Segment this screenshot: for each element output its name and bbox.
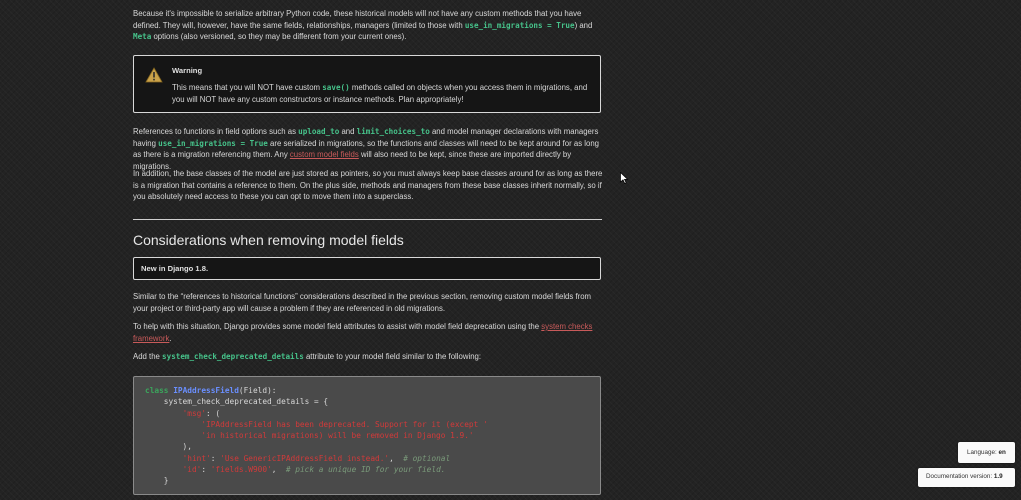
code-text: ), bbox=[145, 442, 192, 452]
code-string: 'fields.W900' bbox=[210, 465, 272, 475]
inline-code: save() bbox=[322, 83, 350, 92]
section-heading: Considerations when removing model field… bbox=[133, 232, 404, 248]
paragraph-historical-models: Because it's impossible to serialize arb… bbox=[133, 8, 603, 43]
code-text: (Field): bbox=[238, 386, 277, 395]
code-string: 'id' bbox=[182, 465, 202, 475]
code-class-name: IPAddressField bbox=[173, 386, 239, 395]
text: . bbox=[169, 333, 172, 343]
code-string: 'IPAddressField has been deprecated. Sup… bbox=[201, 419, 488, 429]
text: options (also versioned, so they may be … bbox=[151, 32, 407, 41]
language-value: en bbox=[998, 449, 1006, 456]
version-label: Documentation version: bbox=[926, 473, 993, 480]
warning-title: Warning bbox=[172, 66, 203, 75]
version-added-text: New in Django 1.8. bbox=[141, 264, 209, 273]
inline-code: upload_to bbox=[298, 127, 340, 136]
section-divider bbox=[133, 219, 602, 220]
paragraph-references: References to functions in field options… bbox=[133, 126, 603, 172]
text: ) and bbox=[574, 20, 593, 30]
language-selector[interactable]: Language: en bbox=[958, 442, 1015, 463]
paragraph-removing-fields: Similar to the “references to historical… bbox=[133, 292, 592, 313]
code-block: class IPAddressField(Field): system_chec… bbox=[133, 376, 601, 495]
warning-text: This means that you will NOT have custom… bbox=[172, 82, 592, 105]
warning-icon bbox=[145, 67, 163, 83]
code-comment: # optional bbox=[403, 453, 451, 463]
documentation-version-selector[interactable]: Documentation version: 1.9 bbox=[918, 468, 1015, 487]
warning-admonition: Warning This means that you will NOT hav… bbox=[133, 55, 601, 113]
code-string: 'Use GenericIPAddressField instead.' bbox=[220, 453, 390, 463]
inline-code: use_in_migrations = True bbox=[158, 138, 268, 148]
paragraph-add-attribute: Add the system_check_deprecated_details … bbox=[133, 351, 603, 363]
code-listing: class IPAddressField(Field): system_chec… bbox=[145, 386, 488, 486]
code-text: system_check_deprecated_details = { bbox=[145, 397, 329, 407]
language-label: Language: bbox=[967, 449, 997, 456]
version-added-box: New in Django 1.8. bbox=[133, 257, 601, 280]
inline-code: Meta bbox=[133, 32, 152, 41]
text: References to functions in field options… bbox=[133, 127, 299, 136]
custom-model-fields-link[interactable]: custom model fields bbox=[290, 150, 359, 159]
code-string: 'in historical migrations) will be remov… bbox=[201, 431, 474, 441]
mouse-cursor-icon bbox=[620, 172, 628, 184]
code-keyword: class bbox=[145, 386, 169, 395]
text: and bbox=[339, 127, 357, 136]
inline-code: system_check_deprecated_details bbox=[162, 352, 304, 361]
paragraph-system-checks: To help with this situation, Django prov… bbox=[133, 321, 603, 344]
version-value: 1.9 bbox=[993, 473, 1003, 480]
text: Add the bbox=[133, 352, 163, 361]
code-string: 'hint' bbox=[182, 453, 211, 463]
text: This means that you will NOT have custom bbox=[172, 83, 323, 92]
code-comment: # pick a unique ID for your field. bbox=[285, 465, 446, 475]
text: attribute to your model field similar to… bbox=[303, 352, 482, 361]
paragraph-base-classes: In addition, the base classes of the mod… bbox=[133, 169, 603, 201]
inline-code: use_in_migrations = True bbox=[464, 20, 575, 30]
code-text: } bbox=[145, 476, 169, 486]
inline-code: limit_choices_to bbox=[356, 127, 430, 136]
code-string: 'msg' bbox=[182, 408, 207, 418]
text: To help with this situation, Django prov… bbox=[133, 322, 542, 331]
